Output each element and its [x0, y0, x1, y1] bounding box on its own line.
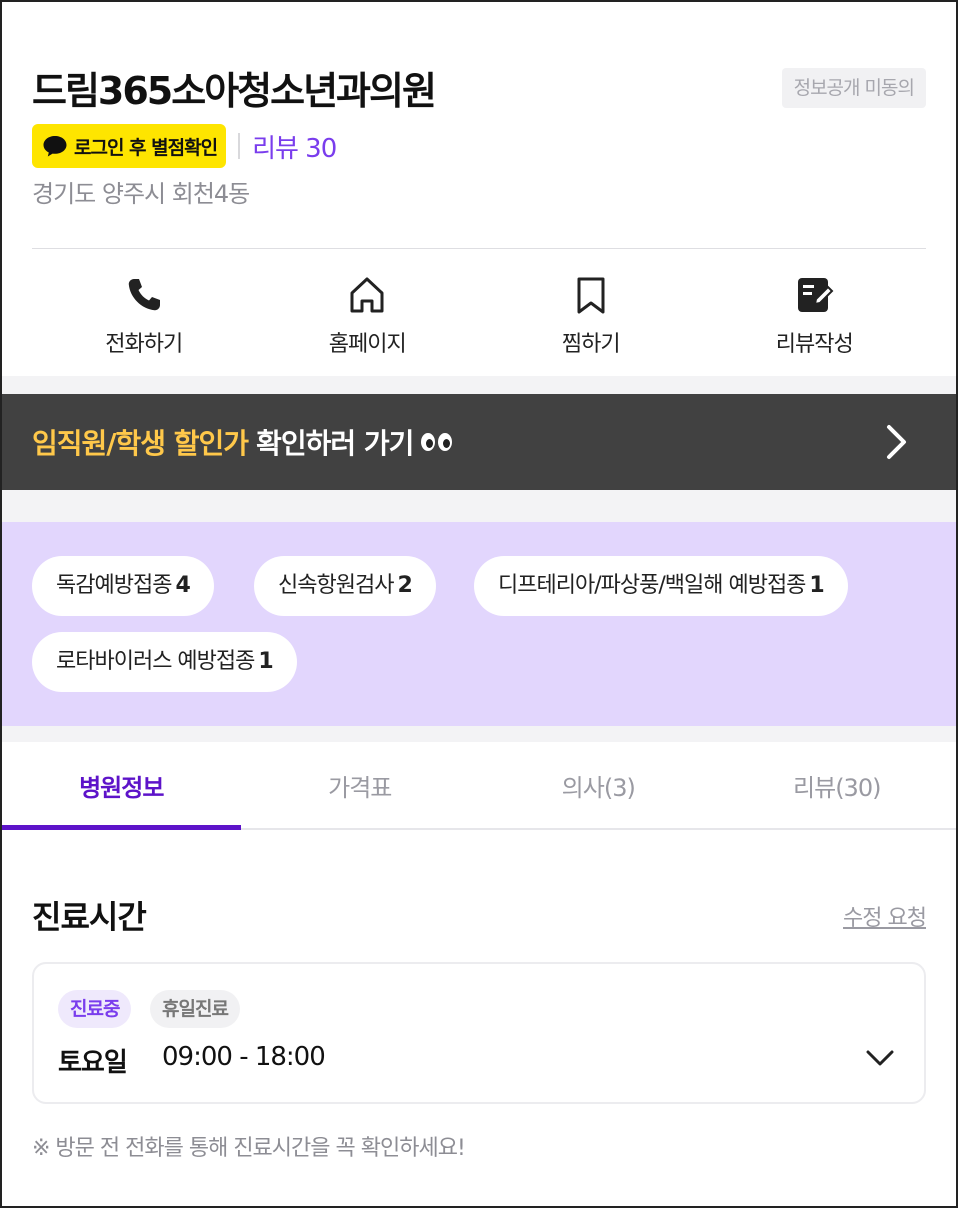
tag-dtap-vaccine[interactable]: 디프테리아/파상풍/백일해 예방접종 1 [474, 556, 848, 616]
tab-price-list[interactable]: 가격표 [241, 742, 480, 828]
kakao-rating-label: 로그인 후 별점확인 [74, 136, 218, 159]
tab-reviews[interactable]: 리뷰(30) [718, 742, 957, 828]
tab-doctors[interactable]: 의사(3) [479, 742, 718, 828]
hours-time: 09:00 - 18:00 [162, 1042, 326, 1072]
hours-day: 토요일 [58, 1048, 128, 1078]
holiday-badge: 휴일진료 [150, 990, 240, 1028]
disclosure-badge: 정보공개 미동의 [781, 68, 926, 108]
homepage-label: 홈페이지 [328, 332, 407, 357]
open-status-badge: 진료중 [58, 990, 132, 1028]
home-icon [350, 277, 384, 313]
tag-rapid-antigen-test[interactable]: 신속항원검사 2 [254, 556, 436, 616]
action-bar: 전화하기 홈페이지 찜하기 리뷰작성 [32, 268, 926, 364]
phone-icon [128, 279, 160, 311]
page-frame: 드림365소아청소년과의원 정보공개 미동의 로그인 후 별점확인 리뷰 30 … [0, 0, 958, 1208]
promo-text: 확인하러 가기 [256, 427, 414, 460]
promo-highlight: 임직원/학생 할인가 [32, 427, 249, 460]
tag-rotavirus-vaccine[interactable]: 로타바이러스 예방접종 1 [32, 632, 297, 692]
divider [32, 248, 926, 249]
edit-note-icon [798, 278, 834, 312]
hospital-name: 드림365소아청소년과의원 [32, 69, 437, 113]
bookmark-label: 찜하기 [561, 332, 621, 357]
edit-request-link[interactable]: 수정 요청 [843, 900, 927, 932]
kakao-rating-button[interactable]: 로그인 후 별점확인 [32, 124, 227, 168]
chat-bubble-icon [43, 136, 67, 157]
bookmark-icon [577, 277, 605, 314]
service-tags: 독감예방접종 4 신속항원검사 2 디프테리아/파상풍/백일해 예방접종 1 로타바이… [2, 522, 956, 726]
write-review-button[interactable]: 리뷰작성 [703, 268, 927, 364]
eyes-icon [421, 433, 453, 451]
review-count-link[interactable]: 리뷰 30 [252, 128, 337, 165]
rating-row: 로그인 후 별점확인 리뷰 30 [32, 124, 337, 168]
call-button[interactable]: 전화하기 [32, 268, 256, 364]
call-label: 전화하기 [105, 332, 183, 357]
hospital-address: 경기도 양주시 회천4동 [32, 180, 250, 208]
homepage-button[interactable]: 홈페이지 [256, 268, 480, 364]
tab-bar: 병원정보 가격표 의사(3) 리뷰(30) [2, 742, 956, 830]
tag-flu-vaccine[interactable]: 독감예방접종 4 [32, 556, 214, 616]
hours-section-title: 진료시간 [32, 898, 147, 936]
section-gap [2, 490, 956, 522]
hospital-header: 드림365소아청소년과의원 정보공개 미동의 로그인 후 별점확인 리뷰 30 … [2, 2, 956, 376]
divider [238, 133, 241, 159]
chevron-down-icon [866, 1050, 894, 1066]
hours-card[interactable]: 진료중 휴일진료 토요일 09:00 - 18:00 [32, 962, 926, 1104]
chevron-right-icon [887, 425, 906, 459]
tab-hospital-info[interactable]: 병원정보 [2, 742, 241, 830]
section-gap [2, 726, 956, 742]
section-gap [2, 376, 956, 394]
bookmark-button[interactable]: 찜하기 [479, 268, 703, 364]
write-review-label: 리뷰작성 [775, 332, 854, 357]
hours-notice: ※ 방문 전 전화를 통해 진료시간을 꼭 확인하세요! [32, 1136, 466, 1161]
discount-promo-banner[interactable]: 임직원/학생 할인가 확인하러 가기 [2, 394, 956, 490]
